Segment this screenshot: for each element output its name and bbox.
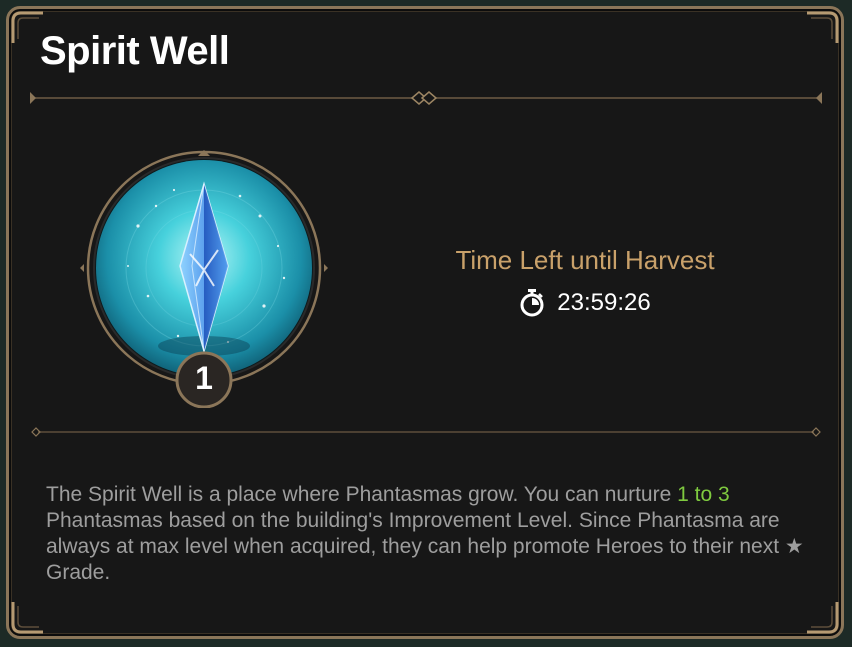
- stopwatch-icon: [520, 289, 544, 317]
- header-divider: [30, 91, 822, 105]
- corner-ornament-icon: [805, 600, 839, 634]
- corner-ornament-icon: [11, 600, 45, 634]
- timer-label: Time Left until Harvest: [455, 245, 715, 275]
- description-text: The Spirit Well is a place where Phantas…: [46, 482, 816, 586]
- description-part2: Phantasmas based on the building's Impro…: [46, 509, 804, 584]
- panel-title: Spirit Well: [40, 29, 230, 73]
- description-part1: The Spirit Well is a place where Phantas…: [46, 483, 678, 506]
- building-level-badge: 1: [195, 359, 213, 396]
- section-divider: [31, 427, 821, 437]
- corner-ornament-icon: [805, 11, 839, 45]
- description-highlight: 1 to 3: [677, 483, 730, 506]
- timer-value: 23:59:26: [557, 289, 651, 316]
- harvest-timer: 23:59:26: [440, 286, 730, 320]
